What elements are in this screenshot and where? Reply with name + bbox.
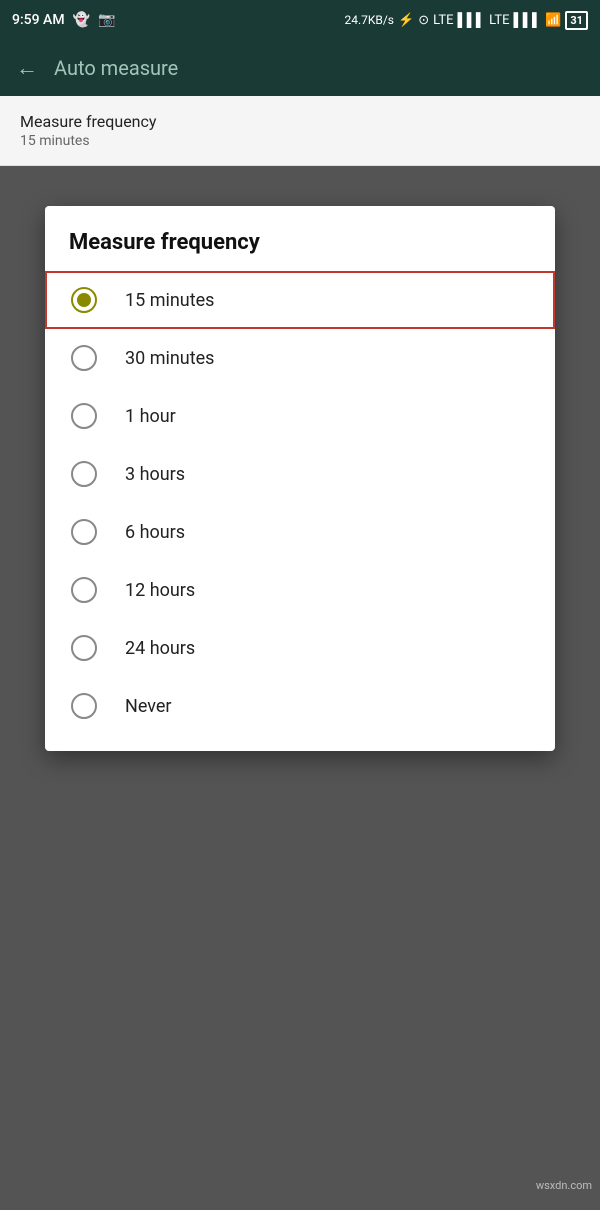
radio-label-12hr: 12 hours <box>125 580 195 601</box>
status-right: 24.7KB/s ⚡ ⊙ LTE ▌▌▌ LTE ▌▌▌ 📶 31 <box>344 11 588 30</box>
radio-label-never: Never <box>125 696 172 717</box>
radio-circle-3hr <box>71 461 97 487</box>
time-display: 9:59 AM <box>12 12 65 28</box>
dialog-backdrop: Measure frequency 15 minutes 30 minutes 1 … <box>0 166 600 1210</box>
radio-label-24hr: 24 hours <box>125 638 195 659</box>
radio-option-never[interactable]: Never <box>45 677 555 735</box>
radio-options-list: 15 minutes 30 minutes 1 hour 3 hours 6 hours… <box>45 271 555 735</box>
status-bar: 9:59 AM 👻 📷 24.7KB/s ⚡ ⊙ LTE ▌▌▌ LTE ▌▌▌… <box>0 0 600 40</box>
top-app-bar: ← Auto measure <box>0 40 600 96</box>
radio-circle-never <box>71 693 97 719</box>
video-icon: 📷 <box>98 12 115 28</box>
back-button[interactable]: ← <box>16 55 38 81</box>
settings-row[interactable]: Measure frequency 15 minutes <box>0 96 600 166</box>
lte2-icon: LTE <box>489 13 509 28</box>
bluetooth-icon: ⚡ <box>398 13 414 28</box>
radio-circle-30min <box>71 345 97 371</box>
signal2-icon: ▌▌▌ <box>514 12 542 28</box>
measure-frequency-value: 15 minutes <box>20 133 580 149</box>
radio-circle-1hr <box>71 403 97 429</box>
radio-option-1hr[interactable]: 1 hour <box>45 387 555 445</box>
wifi-icon: 📶 <box>545 13 561 28</box>
radio-circle-6hr <box>71 519 97 545</box>
radio-option-15min[interactable]: 15 minutes <box>45 271 555 329</box>
network-speed: 24.7KB/s <box>344 13 394 27</box>
radio-option-30min[interactable]: 30 minutes <box>45 329 555 387</box>
page-title: Auto measure <box>54 56 178 80</box>
frequency-dialog: Measure frequency 15 minutes 30 minutes 1 … <box>45 206 555 751</box>
lte-icon: LTE <box>433 13 453 28</box>
radio-label-1hr: 1 hour <box>125 406 176 427</box>
radio-label-3hr: 3 hours <box>125 464 185 485</box>
radio-label-6hr: 6 hours <box>125 522 185 543</box>
radio-option-12hr[interactable]: 12 hours <box>45 561 555 619</box>
radio-option-3hr[interactable]: 3 hours <box>45 445 555 503</box>
radio-circle-24hr <box>71 635 97 661</box>
radio-circle-15min <box>71 287 97 313</box>
signal-icon: ▌▌▌ <box>458 12 486 28</box>
dialog-title: Measure frequency <box>45 230 555 271</box>
alarm-icon: ⊙ <box>418 13 429 28</box>
radio-option-24hr[interactable]: 24 hours <box>45 619 555 677</box>
status-left: 9:59 AM 👻 📷 <box>12 12 115 28</box>
radio-option-6hr[interactable]: 6 hours <box>45 503 555 561</box>
radio-label-15min: 15 minutes <box>125 290 214 311</box>
radio-circle-12hr <box>71 577 97 603</box>
snapchat-icon: 👻 <box>73 12 90 28</box>
measure-frequency-label: Measure frequency <box>20 112 580 131</box>
radio-label-30min: 30 minutes <box>125 348 214 369</box>
battery-indicator: 31 <box>565 11 588 30</box>
